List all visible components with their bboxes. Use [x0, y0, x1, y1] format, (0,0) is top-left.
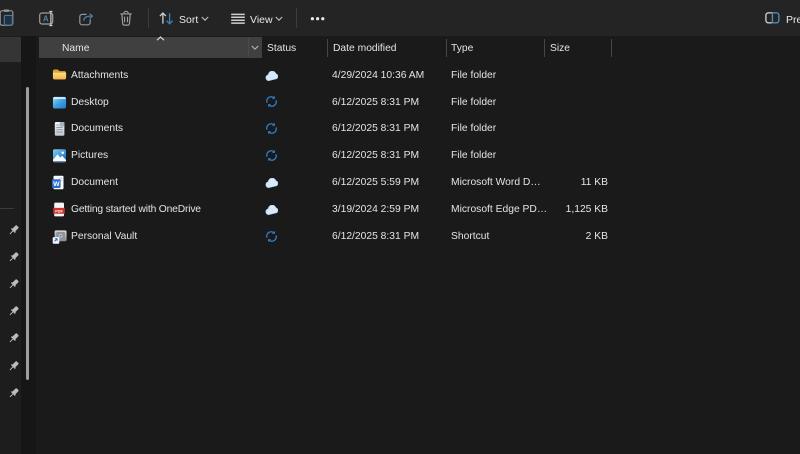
svg-text:PDF: PDF: [55, 209, 63, 213]
svg-text:W: W: [53, 181, 60, 188]
svg-text:A: A: [42, 14, 48, 23]
